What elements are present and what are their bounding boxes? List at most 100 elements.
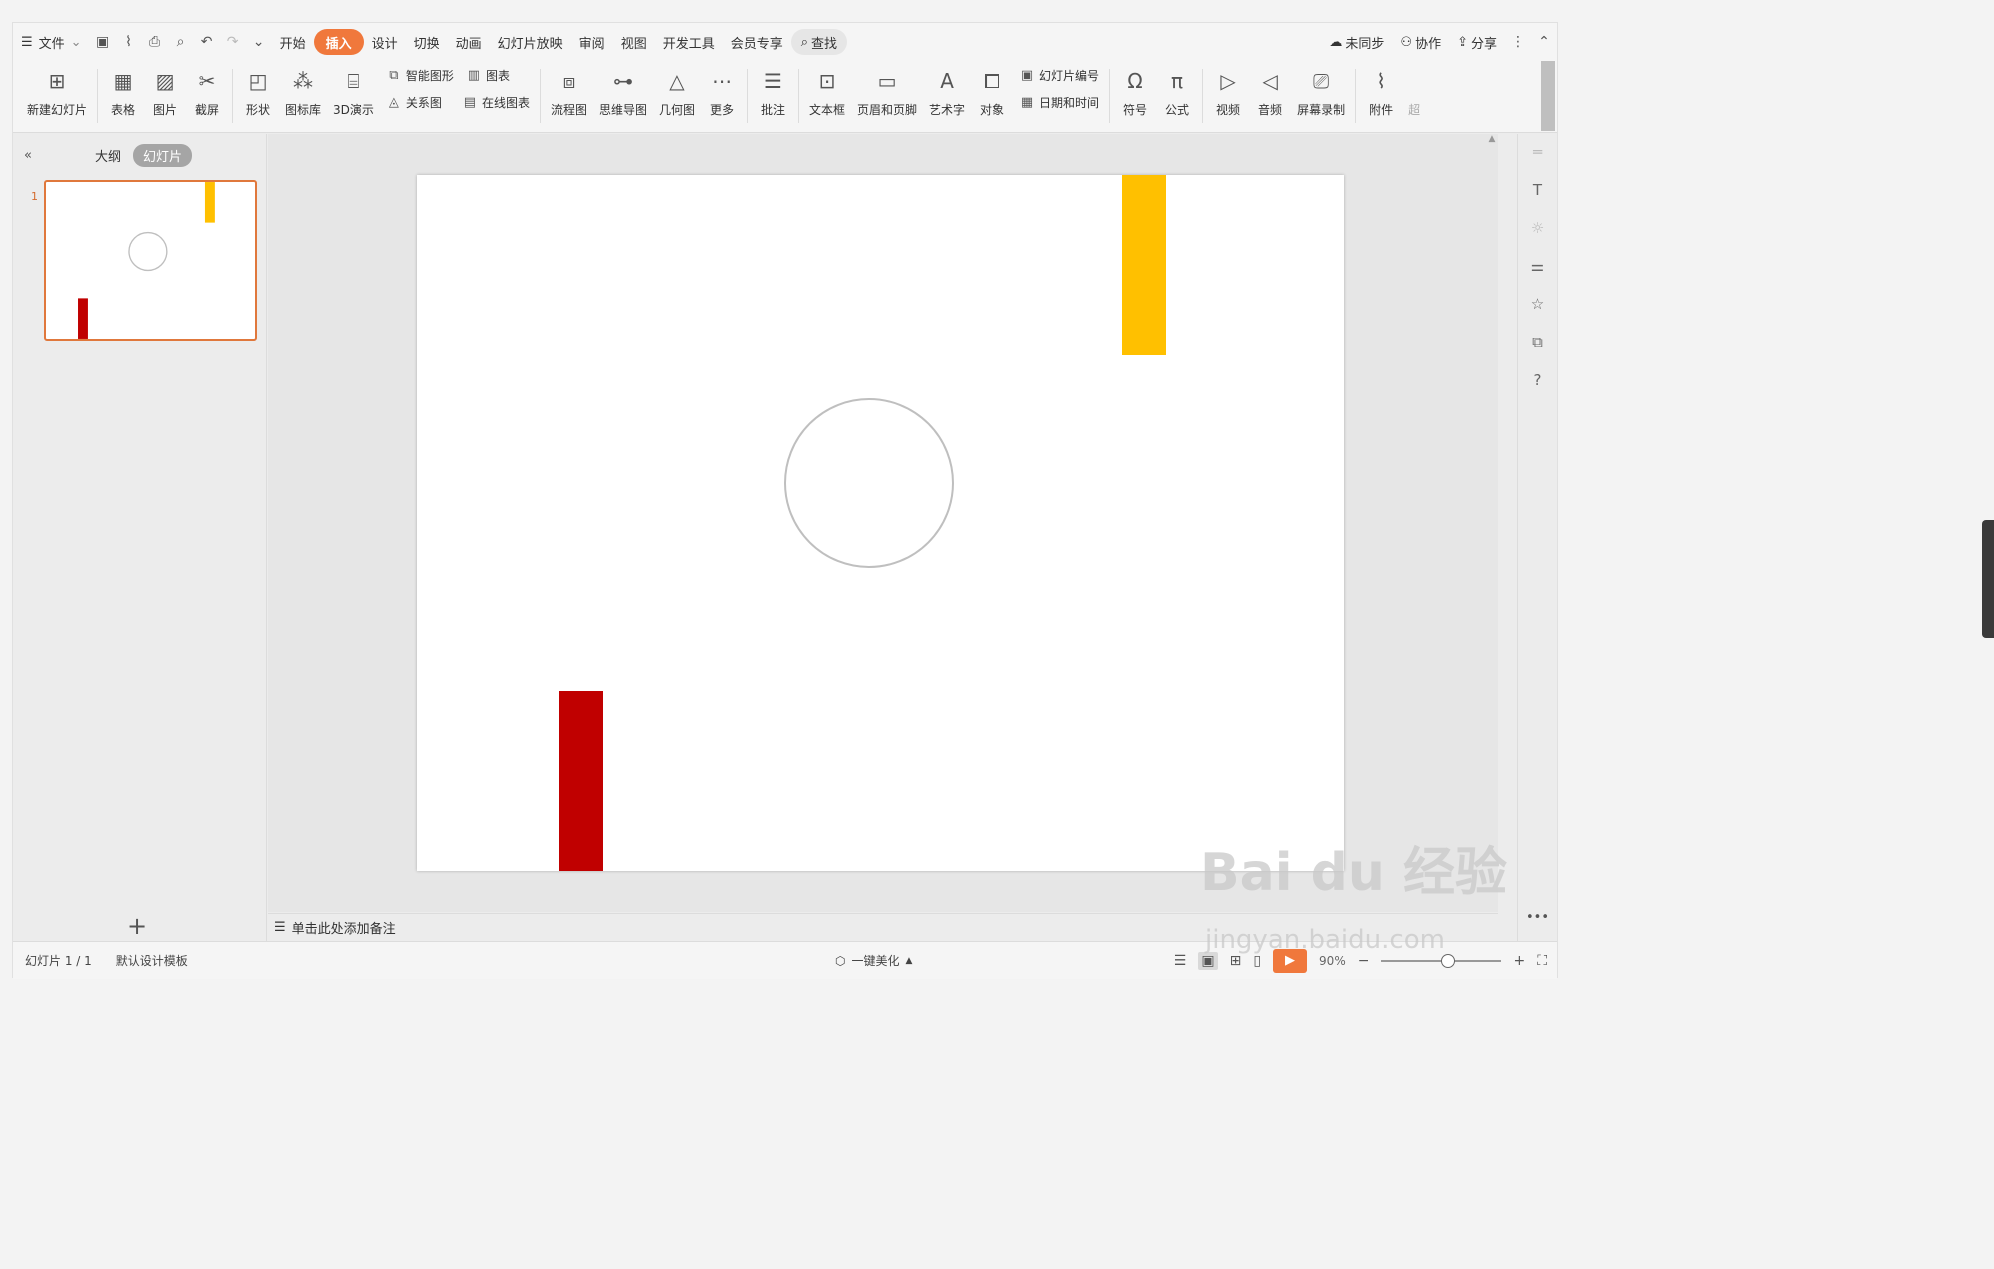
icon-library-button[interactable]: ⁂ 图标库 (279, 61, 327, 131)
collapse-panel-icon[interactable]: « (15, 148, 41, 163)
tab-developer[interactable]: 开发工具 (655, 29, 723, 55)
slide-number-button[interactable]: ▣ 幻灯片编号 (1019, 67, 1099, 84)
canvas-vertical-scrollbar[interactable]: ▲ (1486, 134, 1498, 912)
print-preview-icon[interactable]: ⌕ (168, 29, 194, 55)
customize-toolbar-icon[interactable]: ⌄ (246, 29, 272, 55)
audio-button[interactable]: ◁ 音频 (1249, 61, 1291, 131)
fit-window-icon[interactable]: ⛶ (1537, 953, 1547, 969)
video-button[interactable]: ▷ 视频 (1207, 61, 1249, 131)
comment-button[interactable]: ☰ 批注 (752, 61, 794, 131)
add-slide-button[interactable]: + (127, 912, 147, 940)
wordart-button[interactable]: A 艺术字 (923, 61, 971, 131)
slide-shapes (559, 175, 1166, 871)
symbol-button[interactable]: Ω 符号 (1114, 61, 1156, 131)
print-icon[interactable]: ⎙ (142, 29, 168, 55)
link-icon (1409, 65, 1419, 97)
smart-art-button[interactable]: ⧉ 智能图形 ▥ 图表 (386, 67, 530, 84)
more-dots-icon: ⋯ (712, 69, 732, 93)
red-rectangle[interactable] (559, 691, 603, 871)
star-icon[interactable]: ☆ (1527, 294, 1549, 314)
icon-library-label: 图标库 (285, 103, 322, 117)
slide-transition-icon[interactable]: ⧉ (1527, 332, 1549, 352)
geometry-button[interactable]: △ 几何图 (653, 61, 701, 131)
wordart-icon: A (940, 69, 954, 93)
search-icon: ⌕ (800, 34, 809, 50)
paperclip-icon: ⌇ (1376, 69, 1386, 93)
sync-button[interactable]: ☁ 未同步 (1321, 29, 1392, 55)
thumb-red-bar (78, 298, 88, 339)
search-box[interactable]: ⌕ 查找 (790, 29, 848, 55)
audio-label: 音频 (1258, 103, 1283, 117)
collab-button[interactable]: ⚇ 协作 (1392, 29, 1449, 55)
textbox-button[interactable]: ⊡ 文本框 (803, 61, 851, 131)
share-icon: ⇪ (1457, 34, 1468, 50)
flowchart-button[interactable]: ⧈ 流程图 (545, 61, 593, 131)
table-button[interactable]: ▦ 表格 (102, 61, 144, 131)
thumb-circle (128, 231, 168, 272)
screen-record-icon: ⎚ (1313, 69, 1330, 93)
divider (1202, 69, 1204, 123)
share-button[interactable]: ⇪ 分享 (1449, 29, 1505, 55)
notes-toggle-icon[interactable]: ☰ (1174, 953, 1187, 969)
undo-icon[interactable]: ↶ (194, 29, 220, 55)
object-button[interactable]: ⧠ 对象 (971, 61, 1013, 131)
help-icon[interactable]: ? (1527, 370, 1549, 390)
picture-button[interactable]: ▨ 图片 (144, 61, 186, 131)
format-painter-icon[interactable]: ⌇ (116, 29, 142, 55)
header-footer-button[interactable]: ▭ 页眉和页脚 (851, 61, 923, 131)
tab-slideshow[interactable]: 幻灯片放映 (490, 29, 571, 55)
new-slide-button[interactable]: ⊞ 新建幻灯片 (21, 61, 93, 131)
gray-circle[interactable] (784, 398, 954, 568)
zoom-in-icon[interactable]: + (1513, 953, 1525, 969)
more-vertical-icon[interactable]: ⋮ (1505, 29, 1531, 55)
slide-thumbnail[interactable] (44, 180, 257, 341)
side-dock-handle[interactable] (1982, 520, 1994, 638)
number-date-group: ▣ 幻灯片编号 ▦ 日期和时间 (1013, 61, 1105, 111)
shape-button[interactable]: ◰ 形状 (237, 61, 279, 131)
slide-1[interactable] (417, 175, 1344, 871)
lightbulb-icon[interactable]: ☼ (1527, 218, 1549, 238)
relation-button[interactable]: ◬ 关系图 ▤ 在线图表 (386, 94, 530, 111)
tab-outline[interactable]: 大纲 (95, 146, 121, 165)
tab-animations[interactable]: 动画 (448, 29, 490, 55)
redo-icon[interactable]: ↷ (220, 29, 246, 55)
scroll-up-icon[interactable]: ▲ (1486, 134, 1498, 144)
tab-member[interactable]: 会员专享 (723, 29, 791, 55)
zoom-level[interactable]: 90% (1319, 954, 1346, 968)
yellow-rectangle[interactable] (1122, 175, 1166, 355)
tab-design[interactable]: 设计 (364, 29, 406, 55)
zoom-slider[interactable] (1381, 953, 1502, 968)
demo3d-button[interactable]: ⌸ 3D演示 (327, 61, 380, 131)
rail-more-icon[interactable]: ••• (1526, 910, 1549, 925)
screen-record-button[interactable]: ⎚ 屏幕录制 (1291, 61, 1351, 131)
relation-label: 关系图 (405, 96, 442, 110)
template-name[interactable]: 默认设计模板 (104, 952, 200, 969)
divider (232, 69, 234, 123)
beautify-button[interactable]: ⬡ 一键美化 ▲ (835, 952, 912, 969)
tab-review[interactable]: 审阅 (571, 29, 613, 55)
ribbon-scrollbar[interactable] (1541, 61, 1555, 131)
more-button[interactable]: ⋯ 更多 (701, 61, 743, 131)
new-slide-label: 新建幻灯片 (27, 103, 88, 117)
hyperlink-button[interactable]: 超 (1402, 61, 1420, 131)
save-icon[interactable]: ▣ (90, 29, 116, 55)
properties-icon[interactable]: ⚌ (1527, 256, 1549, 276)
tab-slides[interactable]: 幻灯片 (133, 143, 193, 167)
tab-insert[interactable]: 插入 (313, 29, 364, 55)
tab-home[interactable]: 开始 (272, 29, 314, 55)
date-time-button[interactable]: ▦ 日期和时间 (1019, 94, 1099, 111)
screenshot-button[interactable]: ✂ 截屏 (186, 61, 228, 131)
tab-view[interactable]: 视图 (613, 29, 655, 55)
chart-icon: ▥ (467, 68, 481, 83)
text-format-icon[interactable]: T (1527, 180, 1549, 200)
attachment-button[interactable]: ⌇ 附件 (1360, 61, 1402, 131)
formula-button[interactable]: π 公式 (1156, 61, 1198, 131)
tab-transitions[interactable]: 切换 (406, 29, 448, 55)
collapse-ribbon-icon[interactable]: ⌃ (1531, 29, 1557, 55)
file-menu[interactable]: ☰ 文件 ⌄ (13, 29, 90, 55)
chevron-down-icon: ⌄ (70, 34, 82, 50)
formula-label: 公式 (1165, 103, 1190, 117)
mindmap-button[interactable]: ⊶ 思维导图 (593, 61, 653, 131)
zoom-slider-knob[interactable] (1441, 953, 1456, 968)
picture-label: 图片 (153, 103, 178, 117)
